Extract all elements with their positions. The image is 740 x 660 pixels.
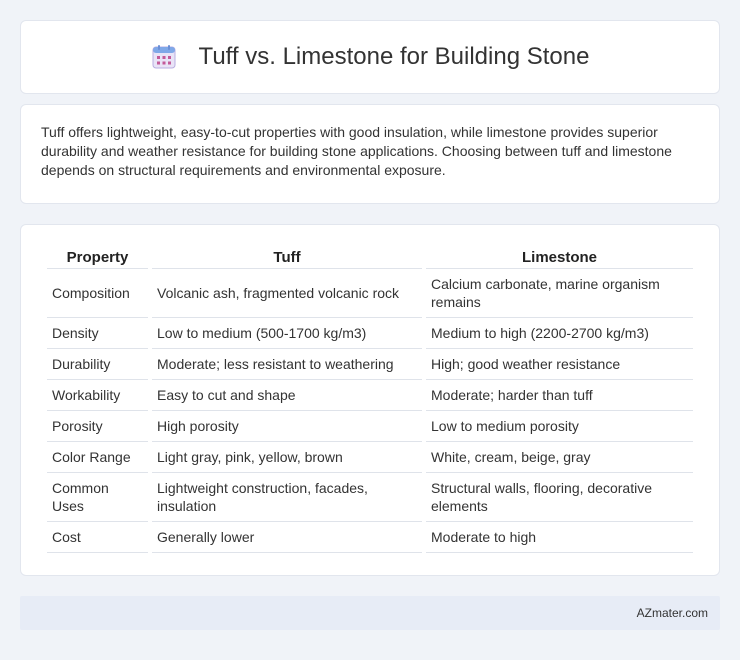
cell-limestone: High; good weather resistance bbox=[426, 349, 693, 380]
cell-property: Color Range bbox=[47, 442, 148, 473]
cell-property: Durability bbox=[47, 349, 148, 380]
header-property: Property bbox=[47, 245, 148, 269]
cell-property: Common Uses bbox=[47, 473, 148, 522]
cell-tuff: Moderate; less resistant to weathering bbox=[152, 349, 422, 380]
table-row: Porosity High porosity Low to medium por… bbox=[47, 411, 693, 442]
comparison-table-card: Property Tuff Limestone Composition Volc… bbox=[20, 224, 720, 576]
table-row: Workability Easy to cut and shape Modera… bbox=[47, 380, 693, 411]
footer: AZmater.com bbox=[20, 596, 720, 630]
cell-limestone: Moderate; harder than tuff bbox=[426, 380, 693, 411]
table-row: Common Uses Lightweight construction, fa… bbox=[47, 473, 693, 522]
calendar-icon bbox=[151, 44, 177, 70]
cell-property: Cost bbox=[47, 522, 148, 553]
cell-property: Composition bbox=[47, 269, 148, 318]
cell-limestone: Low to medium porosity bbox=[426, 411, 693, 442]
intro-card: Tuff offers lightweight, easy-to-cut pro… bbox=[20, 104, 720, 204]
cell-tuff: Volcanic ash, fragmented volcanic rock bbox=[152, 269, 422, 318]
cell-limestone: White, cream, beige, gray bbox=[426, 442, 693, 473]
header-limestone: Limestone bbox=[426, 245, 693, 269]
cell-tuff: Lightweight construction, facades, insul… bbox=[152, 473, 422, 522]
page-title: Tuff vs. Limestone for Building Stone bbox=[151, 43, 590, 71]
cell-tuff: Easy to cut and shape bbox=[152, 380, 422, 411]
table-row: Composition Volcanic ash, fragmented vol… bbox=[47, 269, 693, 318]
cell-limestone: Moderate to high bbox=[426, 522, 693, 553]
footer-brand[interactable]: AZmater.com bbox=[637, 606, 708, 620]
table-header-row: Property Tuff Limestone bbox=[47, 245, 693, 269]
table-row: Cost Generally lower Moderate to high bbox=[47, 522, 693, 553]
cell-tuff: Low to medium (500-1700 kg/m3) bbox=[152, 318, 422, 349]
cell-tuff: Light gray, pink, yellow, brown bbox=[152, 442, 422, 473]
cell-limestone: Calcium carbonate, marine organism remai… bbox=[426, 269, 693, 318]
table-row: Color Range Light gray, pink, yellow, br… bbox=[47, 442, 693, 473]
title-card: Tuff vs. Limestone for Building Stone bbox=[20, 20, 720, 94]
table-row: Density Low to medium (500-1700 kg/m3) M… bbox=[47, 318, 693, 349]
title-text: Tuff vs. Limestone for Building Stone bbox=[198, 43, 590, 70]
cell-limestone: Structural walls, flooring, decorative e… bbox=[426, 473, 693, 522]
cell-property: Porosity bbox=[47, 411, 148, 442]
cell-limestone: Medium to high (2200-2700 kg/m3) bbox=[426, 318, 693, 349]
comparison-table: Property Tuff Limestone Composition Volc… bbox=[43, 245, 697, 553]
table-row: Durability Moderate; less resistant to w… bbox=[47, 349, 693, 380]
cell-property: Density bbox=[47, 318, 148, 349]
cell-tuff: High porosity bbox=[152, 411, 422, 442]
cell-property: Workability bbox=[47, 380, 148, 411]
header-tuff: Tuff bbox=[152, 245, 422, 269]
intro-text: Tuff offers lightweight, easy-to-cut pro… bbox=[41, 124, 672, 178]
cell-tuff: Generally lower bbox=[152, 522, 422, 553]
